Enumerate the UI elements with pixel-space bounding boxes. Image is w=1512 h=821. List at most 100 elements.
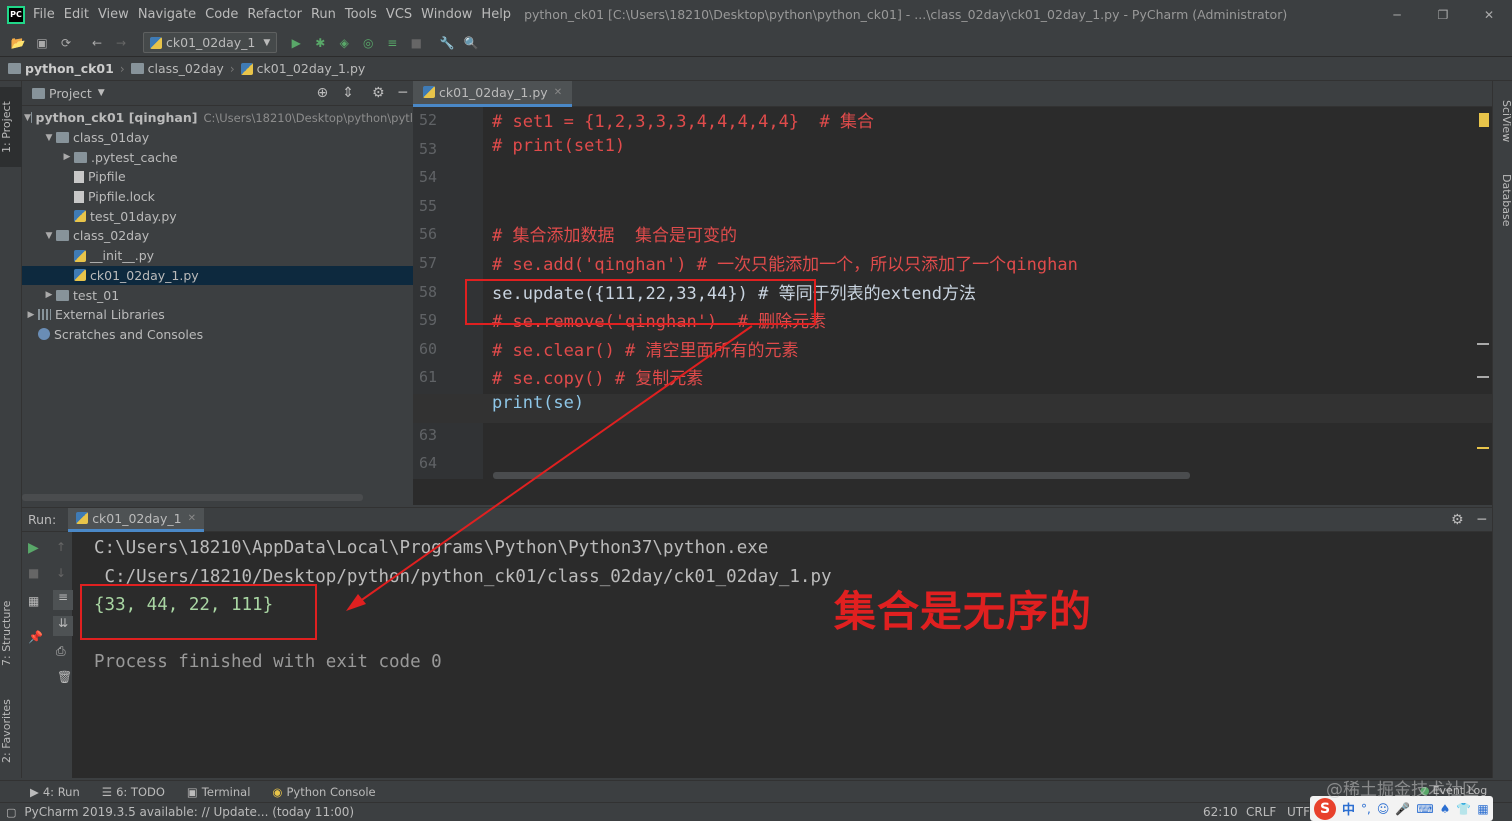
concurrency-icon[interactable]: ≡ <box>383 34 401 52</box>
side-tab-project[interactable]: 1: Project <box>0 87 22 167</box>
tree-item[interactable]: ▼ python_ck01 [qinghan] C:\Users\18210\Des… <box>22 108 413 128</box>
menu-item-refactor[interactable]: Refactor <box>247 7 302 22</box>
tree-item[interactable]: ▼ class_02day <box>22 226 413 246</box>
breadcrumb: python_ck01 › class_02day › ck01_02day_1… <box>0 56 1512 81</box>
menu-item-file[interactable]: File <box>33 7 55 22</box>
soft-wrap-icon[interactable]: ≡ <box>53 590 73 610</box>
list-icon: ☰ <box>101 784 113 799</box>
chevron-right-icon[interactable]: ▶ <box>60 152 74 162</box>
editor-tab-active[interactable]: ck01_02day_1.py ✕ <box>413 80 573 107</box>
editor-horizontal-scrollbar[interactable] <box>493 472 1190 479</box>
breadcrumb-item-project[interactable]: python_ck01 <box>25 61 114 76</box>
layout-icon[interactable]: ▦ <box>28 594 39 608</box>
pin-icon[interactable]: 📌 <box>28 630 43 644</box>
tree-item[interactable]: test_01day.py <box>22 206 413 226</box>
tree-item[interactable]: Pipfile <box>22 167 413 187</box>
breadcrumb-item-folder[interactable]: class_02day <box>148 61 224 76</box>
right-tool-strip: SciView Database <box>1492 81 1512 778</box>
menu-item-vcs[interactable]: VCS <box>386 7 412 22</box>
restore-button[interactable]: ❐ <box>1420 8 1466 22</box>
project-panel-title[interactable]: Project <box>49 86 92 101</box>
rerun-icon[interactable]: ▶ <box>28 540 39 556</box>
debug-icon[interactable]: ✱ <box>311 34 329 52</box>
down-arrow-icon[interactable]: ↓ <box>56 566 66 580</box>
coverage-icon[interactable]: ◈ <box>335 34 353 52</box>
menu-item-window[interactable]: Window <box>421 7 472 22</box>
run-panel-header: Run: ck01_02day_1 ✕ ⚙ ─ <box>22 507 1492 532</box>
tree-item[interactable]: ▼ class_01day <box>22 128 413 148</box>
settings-wrench-icon[interactable]: 🔧 <box>438 34 456 52</box>
menu-item-navigate[interactable]: Navigate <box>138 7 196 22</box>
menu-item-edit[interactable]: Edit <box>64 7 89 22</box>
back-icon[interactable]: ← <box>88 34 106 52</box>
print-icon[interactable]: ⎙ <box>56 644 66 659</box>
menu-item-code[interactable]: Code <box>205 7 238 22</box>
close-tab-icon[interactable]: ✕ <box>554 87 562 98</box>
tree-item[interactable]: ▶ External Libraries <box>22 305 413 325</box>
line-separator[interactable]: CRLF <box>1246 805 1276 819</box>
bottom-tab-terminal[interactable]: Terminal <box>202 785 251 799</box>
trash-icon[interactable]: 🗑 <box>57 670 72 684</box>
bottom-tab-todo[interactable]: 6: TODO <box>116 785 165 799</box>
side-tab-favorites[interactable]: 2: Favorites <box>0 691 22 771</box>
minimize-button[interactable]: ─ <box>1374 8 1420 22</box>
chinese-mode-icon[interactable]: 中 <box>1342 799 1355 818</box>
mic-icon[interactable]: 🎤 <box>1395 802 1410 816</box>
punctuation-icon[interactable]: °, <box>1361 802 1371 816</box>
sync-icon[interactable]: ⟳ <box>57 34 75 52</box>
save-all-icon[interactable]: ▣ <box>33 34 51 52</box>
tshirt-icon[interactable]: 👕 <box>1456 802 1471 816</box>
menu-item-run[interactable]: Run <box>311 7 336 22</box>
status-square-icon[interactable]: ▢ <box>6 806 16 819</box>
run-icon[interactable]: ▶ <box>287 34 305 52</box>
tree-item[interactable]: __init__.py <box>22 246 413 266</box>
run-config-select[interactable]: ck01_02day_1 ▼ <box>143 32 278 53</box>
gear-icon[interactable]: ⚙ <box>372 85 385 101</box>
horizontal-scrollbar[interactable] <box>22 494 363 501</box>
tree-item[interactable]: Pipfile.lock <box>22 187 413 207</box>
stop-icon[interactable]: ■ <box>28 566 39 580</box>
menu-item-view[interactable]: View <box>98 7 129 22</box>
collapse-all-icon[interactable]: ⇕ <box>342 85 354 101</box>
menu-item-tools[interactable]: Tools <box>345 7 377 22</box>
tree-item[interactable]: Scratches and Consoles <box>22 325 413 345</box>
forward-icon[interactable]: → <box>112 34 130 52</box>
gear-icon[interactable]: ⚙ <box>1451 512 1464 528</box>
close-window-button[interactable]: ✕ <box>1466 8 1512 22</box>
profile-icon[interactable]: ◎ <box>359 34 377 52</box>
hide-panel-icon[interactable]: ─ <box>399 85 407 101</box>
tree-item[interactable]: ▶ test_01 <box>22 285 413 305</box>
tree-item[interactable]: ▶ .pytest_cache <box>22 147 413 167</box>
chevron-down-icon[interactable]: ▼ <box>42 133 56 143</box>
tree-item[interactable]: ck01_02day_1.py <box>22 265 413 286</box>
menu-item-help[interactable]: Help <box>481 7 511 22</box>
bottom-tab-run[interactable]: 4: Run <box>43 785 80 799</box>
error-stripe-mark <box>1477 343 1489 345</box>
emoji-icon[interactable]: ☺ <box>1377 802 1390 816</box>
status-message[interactable]: PyCharm 2019.3.5 available: // Update...… <box>24 805 354 819</box>
breadcrumb-item-file[interactable]: ck01_02day_1.py <box>257 61 366 76</box>
run-tab[interactable]: ck01_02day_1 ✕ <box>68 507 204 532</box>
locate-icon[interactable]: ⊕ <box>317 85 329 101</box>
side-tab-sciview[interactable]: SciView <box>1493 91 1512 151</box>
keyboard-icon[interactable]: ⌨ <box>1416 802 1433 816</box>
scroll-to-end-icon[interactable]: ⇊ <box>53 616 73 636</box>
chevron-down-icon[interactable]: ▼ <box>98 88 105 98</box>
caret-position[interactable]: 62:10 <box>1203 805 1238 819</box>
search-everywhere-icon[interactable]: 🔍 <box>462 34 480 52</box>
skin-icon[interactable]: ♠ <box>1440 802 1451 816</box>
grid-icon[interactable]: ▦ <box>1477 802 1488 816</box>
close-tab-icon[interactable]: ✕ <box>188 513 196 524</box>
highlight-box-output <box>80 584 317 640</box>
bottom-tab-python-console[interactable]: Python Console <box>286 785 375 799</box>
open-folder-icon[interactable]: 📂 <box>9 34 27 52</box>
hide-panel-icon[interactable]: ─ <box>1478 512 1486 528</box>
side-tab-structure[interactable]: 7: Structure <box>0 593 22 673</box>
up-arrow-icon[interactable]: ↑ <box>56 540 66 554</box>
chevron-right-icon[interactable]: ▶ <box>42 290 56 300</box>
side-tab-database[interactable]: Database <box>1493 165 1512 235</box>
chevron-down-icon[interactable]: ▼ <box>42 231 56 241</box>
chevron-down-icon[interactable]: ▼ <box>24 113 31 123</box>
stop-icon[interactable]: ■ <box>407 34 425 52</box>
chevron-right-icon[interactable]: ▶ <box>24 310 38 320</box>
